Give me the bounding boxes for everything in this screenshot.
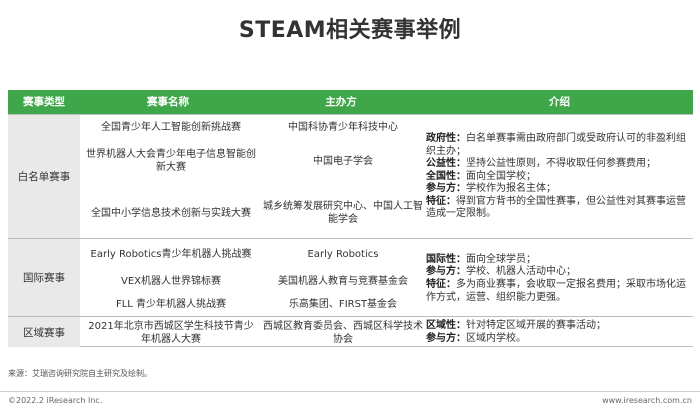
intro-text: 面向全球学员；: [466, 253, 536, 265]
intro-label: 参与方：: [426, 332, 466, 344]
section-international: 国际赛事 Early Robotics青少年机器人挑战赛 Early Robot…: [8, 238, 693, 316]
competition-name: Early Robotics青少年机器人挑战赛: [90, 248, 252, 260]
section-regional: 区域赛事 2021年北京市西城区学生科技节青少年机器人大赛 西城区教育委员会、西…: [8, 316, 693, 347]
footer-divider: [0, 391, 700, 392]
competition-name: 全国青少年人工智能创新挑战赛: [101, 121, 241, 133]
organizer: 中国电子学会: [313, 155, 373, 167]
source-note: 来源：艾瑞咨询研究院自主研究及绘制。: [8, 369, 152, 378]
intro-text: 坚持公益性原则，不得收取任何参赛费用；: [466, 158, 656, 170]
intro-label: 政府性：: [426, 132, 466, 144]
section-whitelist: 白名单赛事 全国青少年人工智能创新挑战赛 中国科协青少年科技中心 世界机器人大会…: [8, 114, 693, 238]
organizer: Early Robotics: [307, 248, 379, 260]
intro-label: 全国性：: [426, 170, 466, 182]
competition-name: 2021年北京市西城区学生科技节青少年机器人大赛: [88, 320, 254, 345]
header-name: 赛事名称: [147, 96, 189, 108]
intro-text: 多为商业赛事，会收取一定报名费用；采取市场化运作方式，运营、组织能力更强。: [426, 279, 686, 303]
intro-line: 参与方：区域内学校。: [426, 333, 691, 346]
competition-name: FLL 青少年机器人挑战赛: [115, 298, 227, 310]
intro-line: 政府性：白名单赛事需由政府部门或受政府认可的非盈利组织主办；: [426, 133, 691, 158]
website-link: www.iresearch.com.cn: [602, 396, 692, 405]
header-category: 赛事类型: [23, 96, 65, 108]
intro-line: 公益性：坚持公益性原则，不得收取任何参赛费用；: [426, 158, 691, 171]
intro-line: 国际性：面向全球学员；: [426, 254, 691, 267]
organizer: 乐高集团、FIRST基金会: [288, 298, 398, 310]
intro-label: 参与方：: [426, 266, 466, 278]
intro-cell: 区域性：针对特定区域开展的赛事活动； 参与方：区域内学校。: [426, 318, 691, 347]
competition-name: 全国中小学信息技术创新与实践大赛: [91, 207, 251, 219]
intro-line: 参与方：学校、机器人活动中心；: [426, 266, 691, 279]
intro-text: 学校作为报名主体；: [466, 183, 556, 195]
intro-text: 针对特定区域开展的赛事活动；: [466, 319, 606, 331]
intro-label: 公益性：: [426, 158, 466, 170]
intro-text: 学校、机器人活动中心；: [466, 266, 576, 278]
category-cell: 区域赛事: [8, 317, 80, 347]
header-organizer: 主办方: [325, 96, 357, 108]
intro-label: 国际性：: [426, 253, 466, 265]
intro-label: 区域性：: [426, 319, 466, 331]
intro-line: 特征：多为商业赛事，会收取一定报名费用；采取市场化运作方式，运营、组织能力更强。: [426, 279, 691, 304]
intro-text: 面向全国学校；: [466, 170, 536, 182]
competition-name: VEX机器人世界锦标赛: [120, 275, 221, 287]
category-cell: 国际赛事: [8, 239, 80, 316]
organizer: 城乡统筹发展研究中心、中国人工智能学会: [263, 201, 423, 225]
category-cell: 白名单赛事: [8, 115, 80, 238]
organizer: 美国机器人教育与竞赛基金会: [278, 275, 408, 287]
intro-label: 特征：: [426, 195, 456, 207]
competition-name: 世界机器人大会青少年电子信息智能创新大赛: [86, 149, 256, 173]
intro-text: 得到官方背书的全国性赛事，但公益性对其赛事运营造成一定限制。: [426, 195, 686, 220]
competition-table: 赛事类型 赛事名称 主办方 介绍 白名单赛事 全国青少年人工智能创新挑战赛 中国…: [8, 90, 693, 347]
copyright: ©2022.2 iResearch Inc.: [8, 396, 103, 405]
intro-line: 特征：得到官方背书的全国性赛事，但公益性对其赛事运营造成一定限制。: [426, 196, 691, 221]
intro-text: 区域内学校。: [466, 332, 526, 344]
header-intro: 介绍: [549, 96, 570, 108]
intro-line: 区域性：针对特定区域开展的赛事活动；: [426, 320, 691, 333]
intro-line: 全国性：面向全国学校；: [426, 171, 691, 184]
intro-cell: 国际性：面向全球学员； 参与方：学校、机器人活动中心； 特征：多为商业赛事，会收…: [426, 247, 691, 311]
intro-line: 参与方：学校作为报名主体；: [426, 183, 691, 196]
intro-label: 特征：: [426, 279, 456, 290]
page-title: STEAM相关赛事举例: [238, 18, 462, 43]
organizer: 中国科协青少年科技中心: [288, 121, 398, 133]
organizer: 西城区教育委员会、西城区科学技术协会: [263, 320, 423, 345]
intro-label: 参与方：: [426, 183, 466, 195]
table-header: 赛事类型 赛事名称 主办方 介绍: [8, 90, 693, 114]
intro-cell: 政府性：白名单赛事需由政府部门或受政府认可的非盈利组织主办； 公益性：坚持公益性…: [426, 121, 691, 233]
